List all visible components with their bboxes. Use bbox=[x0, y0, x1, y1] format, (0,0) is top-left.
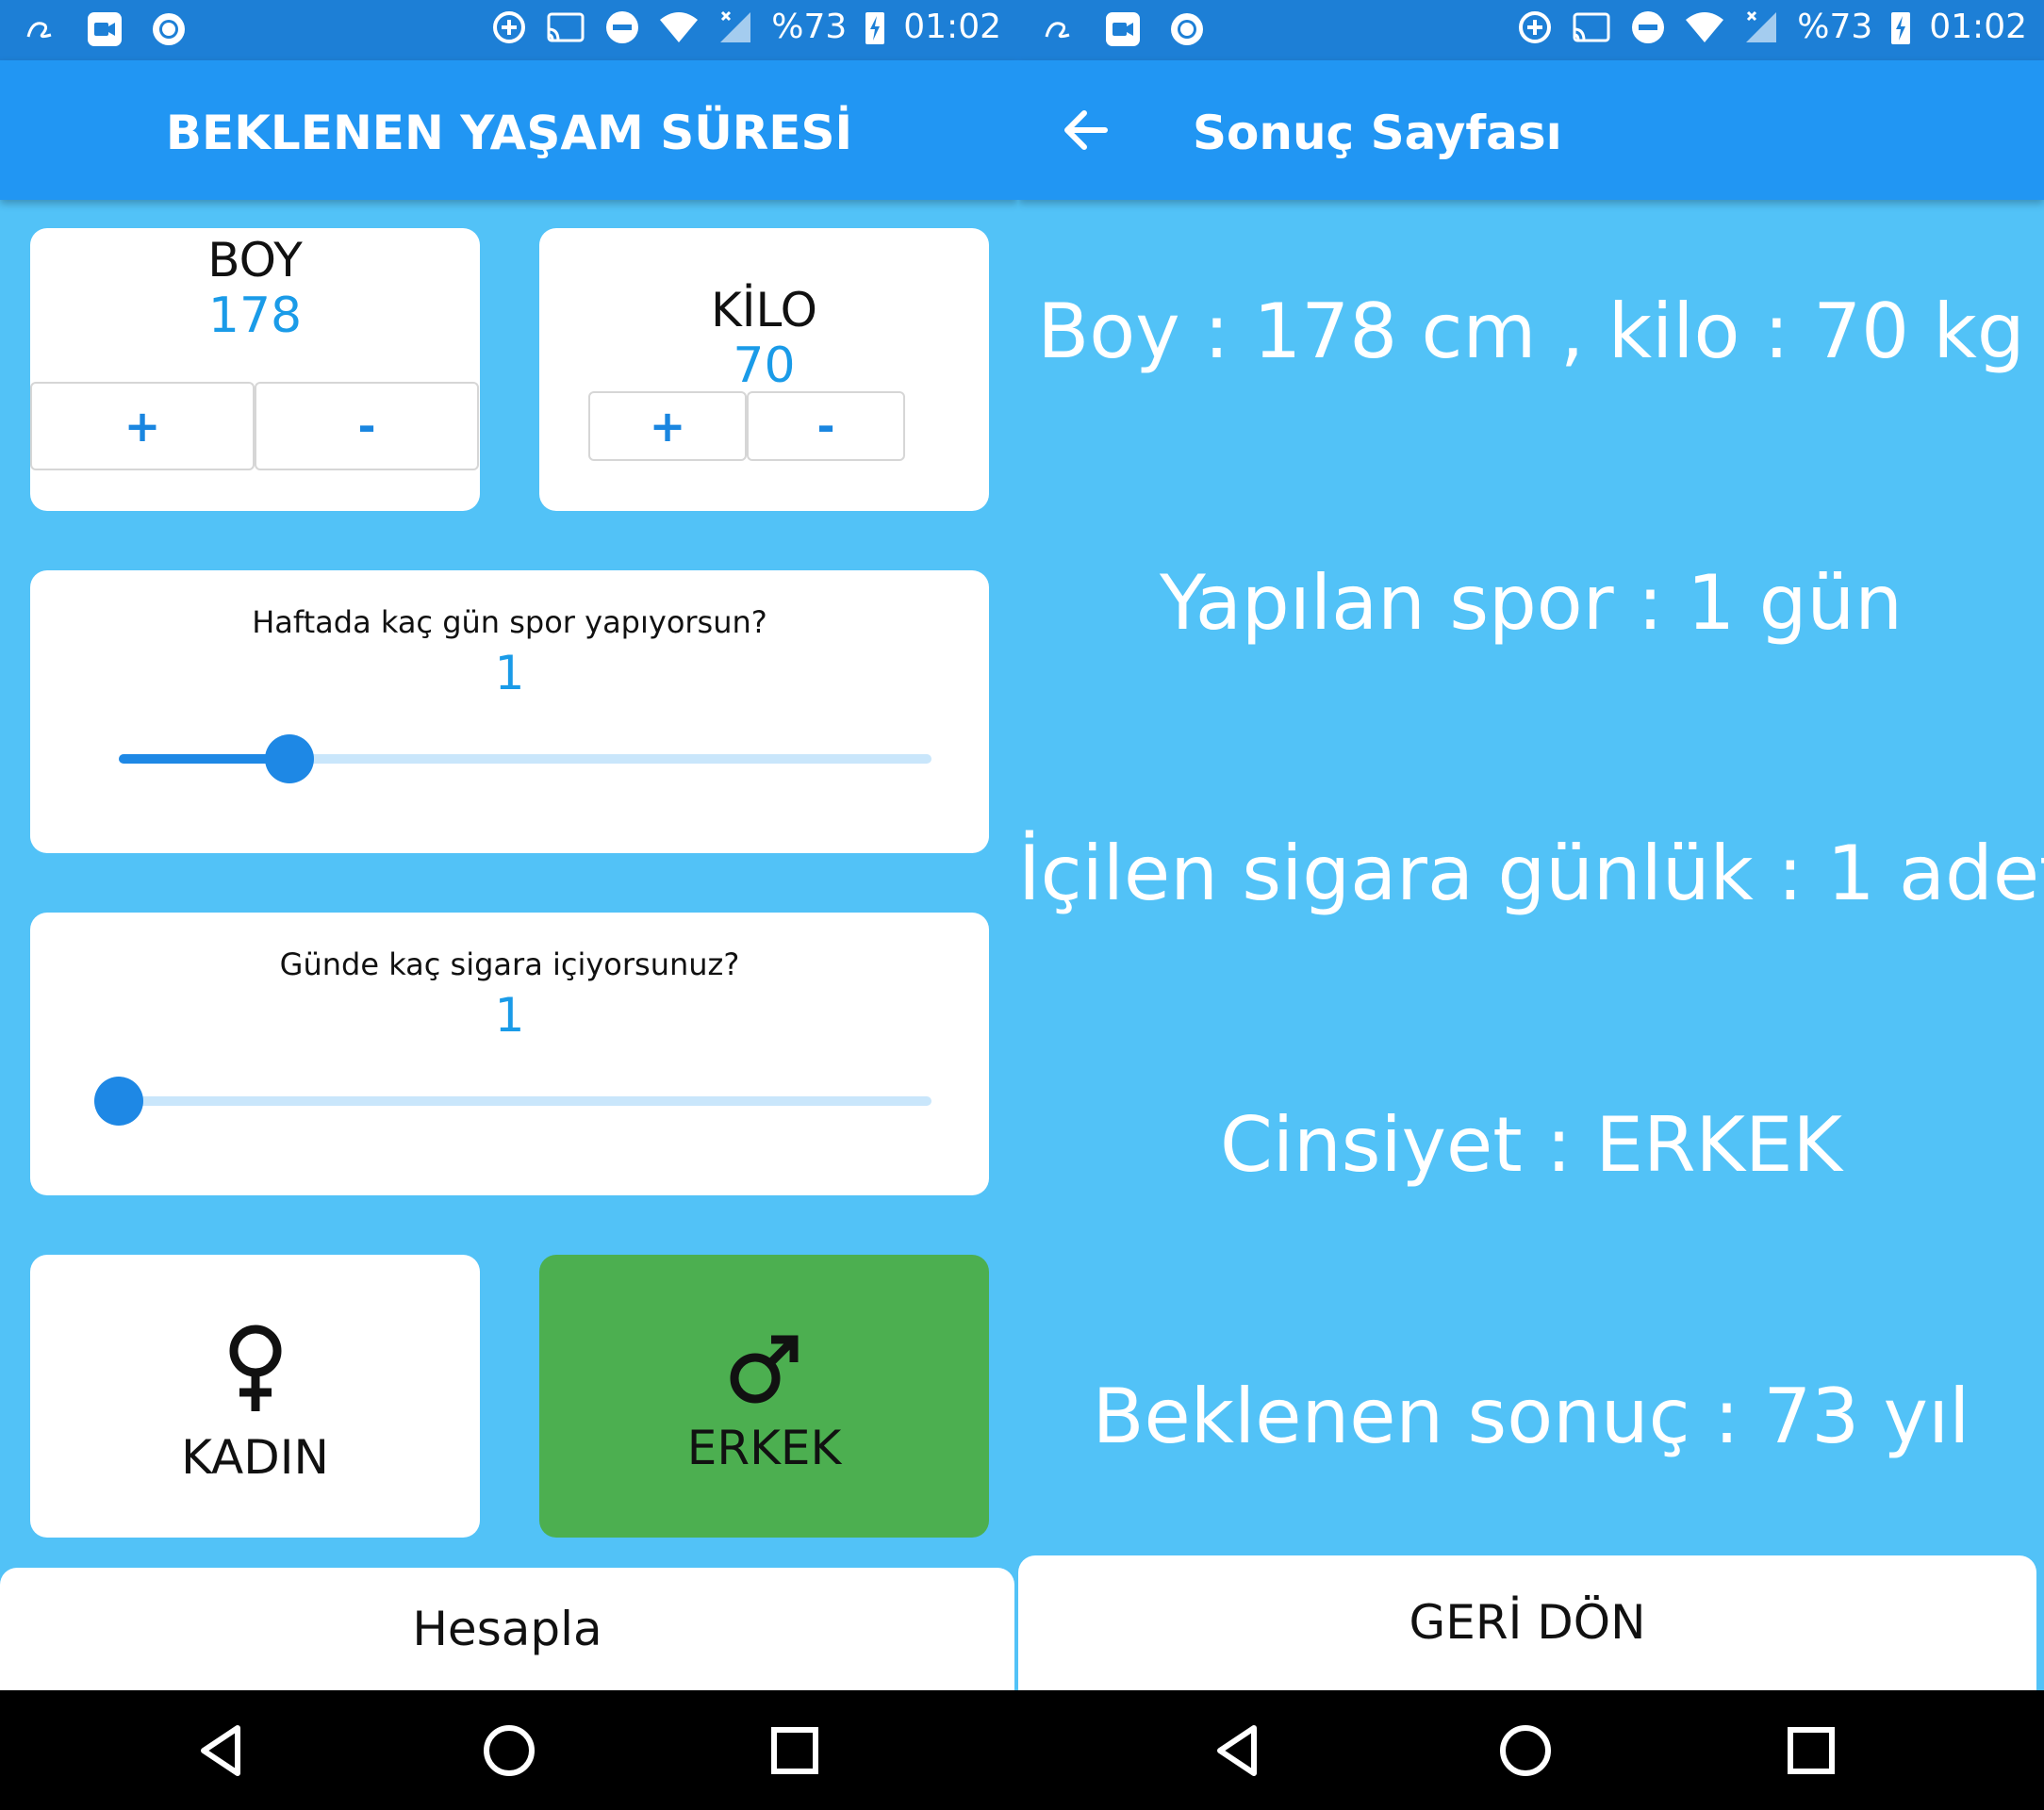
nav-recents-icon[interactable] bbox=[1777, 1717, 1845, 1785]
weight-card: KİLO 70 + - bbox=[539, 228, 989, 511]
result-height-weight: Boy : 178 cm , kilo : 70 kg bbox=[1037, 288, 2025, 375]
exercise-slider-thumb[interactable] bbox=[265, 734, 315, 783]
cellular-signal-icon bbox=[717, 8, 754, 46]
male-label: ERKEK bbox=[686, 1421, 842, 1475]
height-stepper: + - bbox=[30, 382, 479, 470]
status-bar: %73 01:02 bbox=[0, 0, 1018, 60]
weight-minus-button[interactable]: - bbox=[747, 391, 905, 461]
exercise-question: Haftada kaç gün spor yapıyorsun? bbox=[252, 604, 767, 640]
nav-recents-icon[interactable] bbox=[761, 1717, 829, 1785]
battery-percentage: %73 bbox=[1797, 8, 1873, 46]
smoking-slider[interactable] bbox=[89, 1073, 962, 1129]
result-expected-lifespan: Beklenen sonuç : 73 yıl bbox=[1092, 1373, 1970, 1460]
height-card: BOY 178 + - bbox=[30, 228, 480, 511]
nav-home-icon[interactable] bbox=[1492, 1717, 1559, 1785]
height-value: 178 bbox=[207, 288, 303, 344]
result-gender: Cinsiyet : ERKEK bbox=[1219, 1101, 1843, 1189]
height-label: BOY bbox=[207, 233, 303, 288]
do-not-disturb-icon bbox=[603, 8, 641, 46]
page-title: BEKLENEN YAŞAM SÜRESİ bbox=[165, 106, 853, 160]
back-arrow-icon[interactable] bbox=[1056, 102, 1122, 158]
smoking-question: Günde kaç sigara içiyorsunuz? bbox=[279, 946, 740, 982]
do-not-disturb-icon bbox=[1629, 8, 1667, 46]
result-screen: %73 01:02 Sonuç Sayfası Boy : 178 cm , k… bbox=[1018, 0, 2044, 1810]
smoking-card: Günde kaç sigara içiyorsunuz? 1 bbox=[30, 913, 989, 1195]
navigation-bar bbox=[1018, 1690, 2044, 1810]
clock: 01:02 bbox=[1929, 8, 2027, 46]
height-plus-button[interactable]: + bbox=[30, 382, 255, 470]
smoking-slider-thumb[interactable] bbox=[94, 1077, 143, 1126]
smoking-value: 1 bbox=[494, 988, 525, 1043]
app-bar: BEKLENEN YAŞAM SÜRESİ bbox=[0, 60, 1018, 200]
data-saver-icon bbox=[1516, 8, 1554, 46]
result-exercise: Yapılan spor : 1 gün bbox=[1160, 559, 1903, 647]
weight-plus-button[interactable]: + bbox=[588, 391, 747, 461]
cellular-signal-icon bbox=[1742, 8, 1780, 46]
weight-label: KİLO bbox=[711, 283, 817, 337]
weight-stepper: + - bbox=[588, 391, 905, 461]
female-symbol-icon bbox=[226, 1325, 285, 1415]
female-label: KADIN bbox=[181, 1430, 329, 1485]
data-saver-icon bbox=[490, 8, 528, 46]
app-notification-icon bbox=[1041, 10, 1079, 48]
exercise-slider-fill bbox=[119, 754, 290, 764]
exercise-value: 1 bbox=[494, 646, 525, 700]
status-bar: %73 01:02 bbox=[1018, 0, 2044, 60]
male-option[interactable]: ERKEK bbox=[539, 1255, 989, 1538]
calculate-button[interactable]: Hesapla bbox=[0, 1568, 1014, 1690]
nav-back-icon[interactable] bbox=[189, 1717, 256, 1785]
weight-value: 70 bbox=[733, 337, 796, 394]
male-symbol-icon bbox=[728, 1332, 801, 1406]
nav-home-icon[interactable] bbox=[475, 1717, 543, 1785]
navigation-bar bbox=[0, 1690, 1018, 1810]
wifi-icon bbox=[658, 8, 700, 46]
height-minus-button[interactable]: - bbox=[255, 382, 479, 470]
record-icon bbox=[1167, 9, 1207, 49]
cast-icon bbox=[1571, 8, 1612, 46]
battery-percentage: %73 bbox=[771, 8, 848, 46]
exercise-slider[interactable] bbox=[89, 731, 962, 787]
battery-charging-icon bbox=[1889, 8, 1912, 46]
exercise-card: Haftada kaç gün spor yapıyorsun? 1 bbox=[30, 570, 989, 853]
app-bar: Sonuç Sayfası bbox=[1018, 60, 2044, 200]
wifi-icon bbox=[1684, 8, 1725, 46]
video-call-icon bbox=[1103, 9, 1143, 49]
record-icon bbox=[149, 9, 189, 49]
page-title: Sonuç Sayfası bbox=[1193, 106, 1562, 160]
app-notification-icon bbox=[23, 10, 60, 48]
female-option[interactable]: KADIN bbox=[30, 1255, 480, 1538]
result-smoking: İçilen sigara günlük : 1 adet bbox=[1018, 830, 2044, 917]
video-call-icon bbox=[85, 9, 124, 49]
battery-charging-icon bbox=[864, 8, 886, 46]
clock: 01:02 bbox=[903, 8, 1001, 46]
nav-back-icon[interactable] bbox=[1205, 1717, 1273, 1785]
go-back-button[interactable]: GERİ DÖN bbox=[1018, 1555, 2036, 1690]
cast-icon bbox=[545, 8, 586, 46]
smoking-slider-track bbox=[119, 1096, 931, 1106]
input-screen: %73 01:02 BEKLENEN YAŞAM SÜRESİ BOY 178 … bbox=[0, 0, 1018, 1810]
